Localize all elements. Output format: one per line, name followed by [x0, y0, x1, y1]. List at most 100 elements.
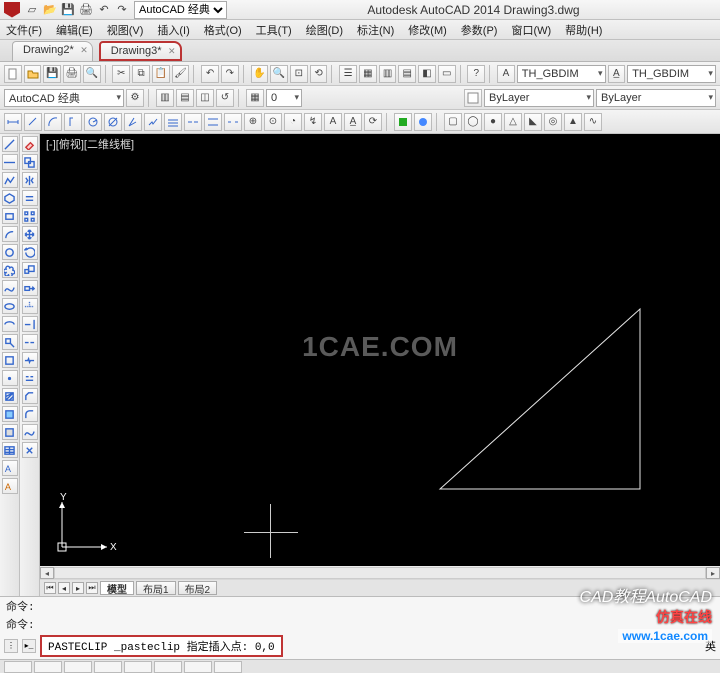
table-icon[interactable]: [2, 442, 18, 458]
array-icon[interactable]: [22, 208, 38, 224]
dim-arc-icon[interactable]: [44, 113, 62, 131]
command-input[interactable]: PASTECLIP _pasteclip 指定插入点: 0,0: [40, 635, 283, 657]
solid-sphere-icon[interactable]: ●: [484, 113, 502, 131]
extend-icon[interactable]: [22, 316, 38, 332]
solid-pyramid-icon[interactable]: ▲: [564, 113, 582, 131]
undo-icon[interactable]: ↶: [201, 65, 219, 83]
status-snap-button[interactable]: [4, 661, 32, 673]
move-icon[interactable]: [22, 226, 38, 242]
menu-help[interactable]: 帮助(H): [565, 22, 602, 38]
addselected-icon[interactable]: A: [2, 478, 18, 494]
spline-icon[interactable]: [2, 280, 18, 296]
status-otrack-button[interactable]: [154, 661, 182, 673]
dim-jogged-icon[interactable]: [144, 113, 162, 131]
command-line[interactable]: ⋮ ▸_ PASTECLIP _pasteclip 指定插入点: 0,0 英: [0, 633, 720, 659]
menu-insert[interactable]: 插入(I): [157, 22, 189, 38]
zoom-realtime-icon[interactable]: 🔍: [270, 65, 288, 83]
make-block-icon[interactable]: [2, 352, 18, 368]
horizontal-scrollbar[interactable]: ◂ ▸: [40, 566, 720, 580]
pan-icon[interactable]: ✋: [251, 65, 269, 83]
dim-ordinate-icon[interactable]: [64, 113, 82, 131]
status-ortho-button[interactable]: [64, 661, 92, 673]
break-icon[interactable]: [22, 352, 38, 368]
command-prompt-icon[interactable]: ▸_: [22, 639, 36, 653]
menu-window[interactable]: 窗口(W): [511, 22, 551, 38]
layer-filter-icon[interactable]: ▤: [176, 89, 194, 107]
tab-prev-icon[interactable]: ◂: [58, 582, 70, 594]
ellipse-icon[interactable]: [2, 298, 18, 314]
scroll-left-icon[interactable]: ◂: [40, 567, 54, 579]
color-swatch-icon[interactable]: [464, 89, 482, 107]
app-logo[interactable]: [4, 2, 20, 18]
layer-zero-combo[interactable]: 0: [266, 89, 302, 107]
dim-baseline-icon[interactable]: [164, 113, 182, 131]
help-icon[interactable]: ?: [467, 65, 485, 83]
dim-linear-icon[interactable]: [4, 113, 22, 131]
menu-modify[interactable]: 修改(M): [408, 22, 447, 38]
solid-cylinder-icon[interactable]: ◯: [464, 113, 482, 131]
paste-icon[interactable]: 📋: [152, 65, 170, 83]
drawing-canvas[interactable]: [-][俯视][二维线框] 1CAE.COM Y X ◂ ▸ ⏮ ◂ ▸ ⏭ 模…: [40, 134, 720, 596]
dimstyle-combo[interactable]: TH_GBDIM: [517, 65, 606, 83]
menu-view[interactable]: 视图(V): [107, 22, 144, 38]
workspace-combo[interactable]: AutoCAD 经典: [4, 89, 124, 107]
arc-icon[interactable]: [2, 226, 18, 242]
insert-block-icon[interactable]: [2, 334, 18, 350]
layer-previous-icon[interactable]: ↺: [216, 89, 234, 107]
blend-icon[interactable]: [22, 424, 38, 440]
dimstyle-manager-icon[interactable]: A: [497, 65, 515, 83]
rotate-icon[interactable]: [22, 244, 38, 260]
menu-edit[interactable]: 编辑(E): [56, 22, 93, 38]
layout-tab[interactable]: 布局1: [136, 581, 176, 595]
print-icon[interactable]: 🖨: [78, 2, 94, 18]
tolerance-icon[interactable]: ⊕: [244, 113, 262, 131]
dimstyle-update-icon[interactable]: A̲: [608, 65, 626, 83]
tab-last-icon[interactable]: ⏭: [86, 582, 98, 594]
copy-icon[interactable]: [22, 154, 38, 170]
dim-continue-icon[interactable]: [184, 113, 202, 131]
properties-icon[interactable]: ☰: [339, 65, 357, 83]
solid-helix-icon[interactable]: ∿: [584, 113, 602, 131]
dim-text-edit-icon[interactable]: A̲: [344, 113, 362, 131]
solid-box-icon[interactable]: ▢: [444, 113, 462, 131]
layer-manager-icon[interactable]: ▦: [246, 89, 264, 107]
design-center-icon[interactable]: ▦: [359, 65, 377, 83]
command-expand-icon[interactable]: ⋮: [4, 639, 18, 653]
tab-next-icon[interactable]: ▸: [72, 582, 84, 594]
redo-icon[interactable]: ↷: [114, 2, 130, 18]
doc-tab-active[interactable]: Drawing3* ✕: [99, 41, 182, 61]
scroll-right-icon[interactable]: ▸: [706, 567, 720, 579]
tab-first-icon[interactable]: ⏮: [44, 582, 56, 594]
blue-sphere-icon[interactable]: [414, 113, 432, 131]
layer-group-icon[interactable]: ▥: [156, 89, 174, 107]
dim-radius-icon[interactable]: [84, 113, 102, 131]
match-properties-icon[interactable]: 🖌: [172, 65, 190, 83]
rectangle-icon[interactable]: [2, 208, 18, 224]
status-grid-button[interactable]: [34, 661, 62, 673]
construction-line-icon[interactable]: [2, 154, 18, 170]
hatch-icon[interactable]: [2, 388, 18, 404]
workspace-select[interactable]: AutoCAD 经典: [134, 1, 227, 19]
dim-jog-line-icon[interactable]: ↯: [304, 113, 322, 131]
polygon-icon[interactable]: [2, 190, 18, 206]
offset-icon[interactable]: [22, 190, 38, 206]
status-lwt-button[interactable]: [214, 661, 242, 673]
dim-angular-icon[interactable]: [124, 113, 142, 131]
layer-state-icon[interactable]: ◫: [196, 89, 214, 107]
quickcalc-icon[interactable]: ▭: [438, 65, 456, 83]
copy-icon[interactable]: ⧉: [132, 65, 150, 83]
color-combo[interactable]: ByLayer: [484, 89, 594, 107]
revision-cloud-icon[interactable]: [2, 262, 18, 278]
cut-icon[interactable]: ✂: [112, 65, 130, 83]
ellipse-arc-icon[interactable]: [2, 316, 18, 332]
open-icon[interactable]: 📂: [42, 2, 58, 18]
region-icon[interactable]: [2, 424, 18, 440]
stretch-icon[interactable]: [22, 280, 38, 296]
markup-icon[interactable]: ◧: [418, 65, 436, 83]
gradient-icon[interactable]: [2, 406, 18, 422]
polyline-icon[interactable]: [2, 172, 18, 188]
sheet-set-icon[interactable]: ▤: [398, 65, 416, 83]
break-at-point-icon[interactable]: [22, 334, 38, 350]
new-icon[interactable]: ▱: [24, 2, 40, 18]
circle-icon[interactable]: [2, 244, 18, 260]
